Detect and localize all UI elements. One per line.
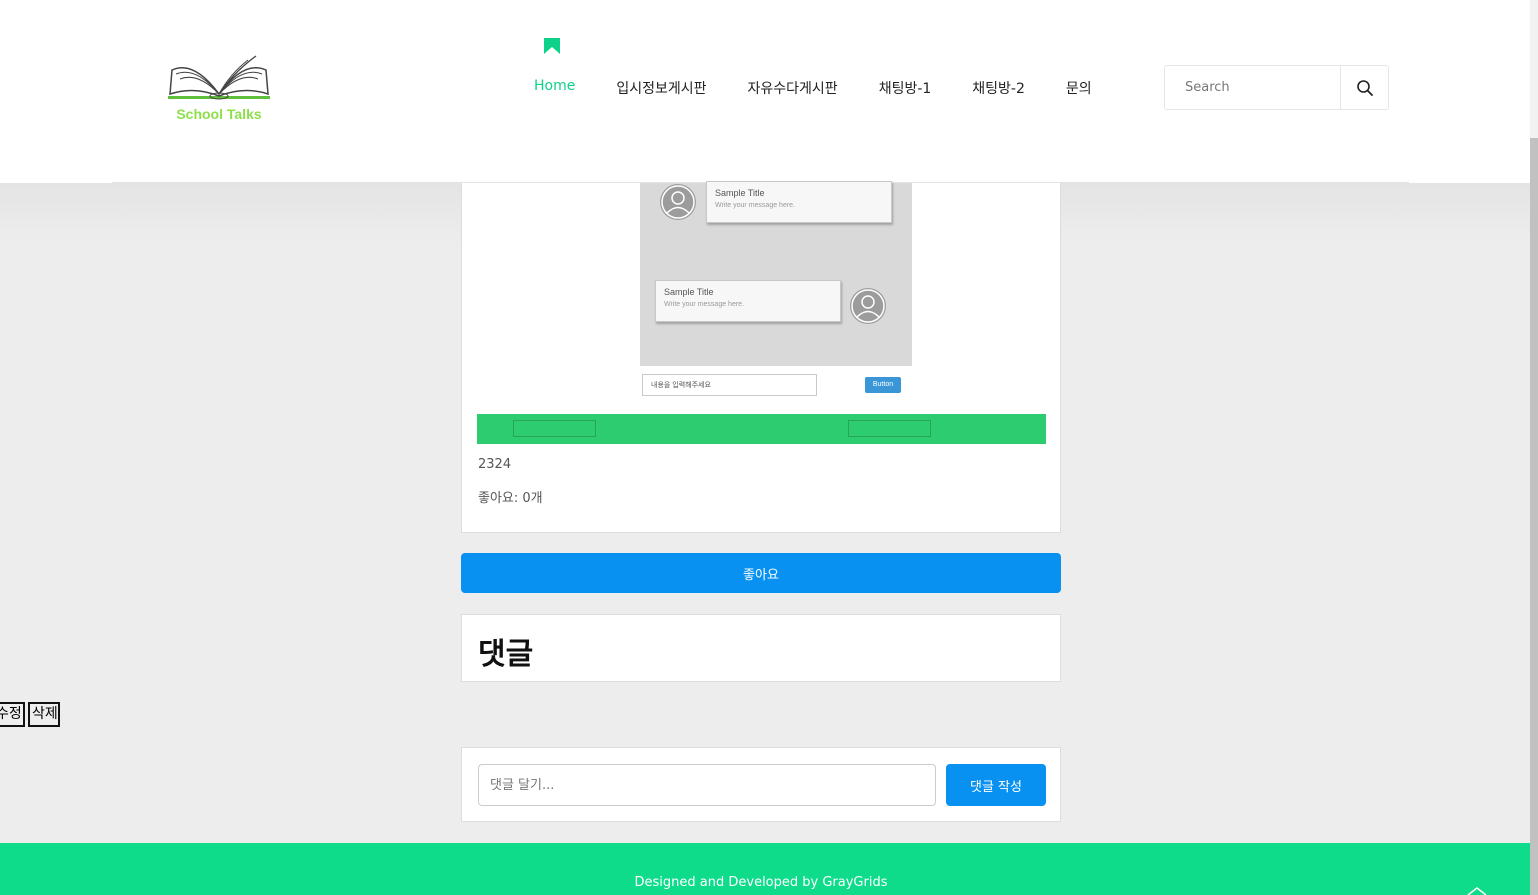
bookmark-icon: [544, 38, 560, 54]
search-input[interactable]: [1165, 66, 1340, 109]
broken-image: [848, 420, 931, 437]
logo[interactable]: School Talks: [164, 52, 274, 127]
broken-image: [513, 420, 596, 437]
site-footer: Designed and Developed by GrayGrids: [0, 843, 1530, 895]
delete-button[interactable]: 삭제: [28, 702, 60, 727]
search-box: [1164, 65, 1389, 110]
comments-section: 댓글: [461, 614, 1061, 682]
comment-submit-button[interactable]: 댓글 작성: [946, 764, 1046, 806]
comment-form: 댓글 작성: [461, 747, 1061, 822]
nav-item-home[interactable]: Home: [534, 78, 575, 98]
user-icon: [851, 289, 885, 323]
user-icon: [661, 185, 695, 219]
like-count: 좋아요: 0개: [478, 491, 543, 506]
bubble-title: Sample Title: [664, 287, 714, 297]
comments-title: 댓글: [478, 637, 534, 672]
nav-item-chatroom-1[interactable]: 채팅방-1: [879, 78, 932, 98]
logo-text: School Talks: [176, 106, 262, 122]
post-card: Sample Title Write your message here. Sa…: [461, 181, 1061, 533]
scrollbar-thumb[interactable]: [1530, 138, 1538, 895]
search-button[interactable]: [1340, 66, 1388, 109]
post-content: 2324: [478, 457, 512, 472]
chevron-up-icon[interactable]: [1466, 887, 1488, 895]
edit-button[interactable]: 수정: [0, 702, 25, 727]
footer-credit: Designed and Developed by GrayGrids: [634, 875, 888, 890]
site-header: School Talks Home 입시정보게시판 자유수다게시판 채팅방-1 …: [0, 0, 1530, 183]
post-image-chat-mockup: Sample Title Write your message here. Sa…: [640, 181, 912, 366]
scrollbar[interactable]: [1530, 0, 1538, 895]
nav-item-admission-board[interactable]: 입시정보게시판: [616, 78, 706, 98]
bubble-title: Sample Title: [715, 188, 765, 198]
chat-bubble: Sample Title Write your message here.: [655, 280, 841, 322]
search-icon: [1356, 79, 1373, 96]
open-book-icon: [168, 55, 270, 100]
mockup-input: 내용을 입력해주세요: [642, 374, 817, 396]
like-button[interactable]: 좋아요: [461, 553, 1061, 593]
nav-item-free-talk-board[interactable]: 자유수다게시판: [748, 78, 838, 98]
chat-bubble: Sample Title Write your message here.: [706, 181, 892, 223]
nav-item-chatroom-2[interactable]: 채팅방-2: [972, 78, 1025, 98]
comment-input[interactable]: [478, 764, 936, 806]
bubble-text: Write your message here.: [664, 301, 745, 308]
avatar: [850, 288, 886, 324]
image-strip: [477, 414, 1046, 444]
avatar: [660, 184, 696, 220]
main-nav: Home 입시정보게시판 자유수다게시판 채팅방-1 채팅방-2 문의: [534, 78, 1133, 98]
bubble-text: Write your message here.: [715, 202, 796, 209]
mockup-button: Button: [865, 377, 901, 393]
nav-item-contact[interactable]: 문의: [1066, 78, 1092, 98]
